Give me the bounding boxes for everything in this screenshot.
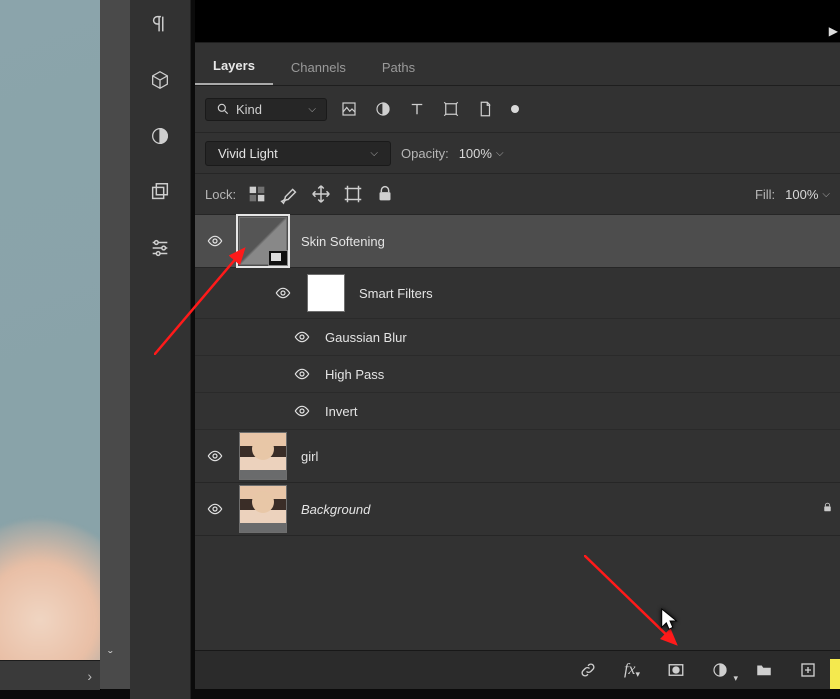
filter-name: High Pass (325, 367, 384, 382)
chevron-down-icon: ⌵ (370, 148, 378, 159)
layers-panel-footer: fx▾ ▾ (195, 650, 840, 689)
filter-smart-icon[interactable] (473, 97, 497, 121)
filter-toggle-switch[interactable] (511, 105, 519, 113)
smart-filters-row[interactable]: Smart Filters (195, 268, 840, 319)
document-canvas[interactable] (0, 0, 101, 660)
blend-mode-dropdown[interactable]: Vivid Light ⌵ (205, 141, 391, 166)
smart-filters-label: Smart Filters (359, 286, 433, 301)
lock-label: Lock: (205, 187, 236, 202)
fill-value: 100% (785, 187, 818, 202)
filter-shape-icon[interactable] (439, 97, 463, 121)
search-icon (216, 102, 230, 116)
blend-row: Vivid Light ⌵ Opacity: 100% ⌵ (195, 133, 840, 174)
filter-high-pass[interactable]: High Pass (195, 356, 840, 393)
filter-invert[interactable]: Invert (195, 393, 840, 430)
contrast-circle-icon[interactable] (146, 122, 174, 150)
smart-object-badge-icon (268, 250, 288, 266)
layer-girl[interactable]: girl (195, 430, 840, 483)
tab-layers[interactable]: Layers (195, 48, 273, 85)
blend-mode-value: Vivid Light (218, 146, 278, 161)
filter-adjustment-icon[interactable] (371, 97, 395, 121)
filter-type-icon[interactable] (405, 97, 429, 121)
layers-list: Skin Softening Smart Filters Gaussian Bl… (195, 215, 840, 536)
visibility-toggle[interactable] (293, 403, 311, 419)
filter-name: Gaussian Blur (325, 330, 407, 345)
fill-input[interactable]: 100% ⌵ (785, 187, 830, 202)
scroll-collapse-icon[interactable]: ˇ (108, 648, 113, 664)
layer-name[interactable]: Skin Softening (301, 234, 385, 249)
lock-brush-icon[interactable] (278, 183, 300, 205)
visibility-toggle[interactable] (293, 366, 311, 382)
fill-label: Fill: (755, 187, 775, 202)
options-bar-dark: ▶ (195, 0, 840, 42)
play-icon[interactable]: ▶ (829, 24, 838, 38)
artboards-icon[interactable] (146, 178, 174, 206)
document-scrollbar[interactable] (100, 0, 131, 689)
lock-row: Lock: Fill: 100% ⌵ (195, 174, 840, 215)
filter-kind-label: Kind (236, 102, 262, 117)
chevron-down-icon: ⌵ (308, 104, 316, 115)
filter-name: Invert (325, 404, 358, 419)
highlight-marker (830, 659, 840, 689)
opacity-label: Opacity: (401, 146, 449, 161)
canvas-expand-icon[interactable]: › (87, 668, 100, 684)
layer-background[interactable]: Background (195, 483, 840, 536)
panel-tabs: Layers Channels Paths (195, 43, 840, 86)
canvas-status-bar: › (0, 660, 101, 690)
visibility-toggle[interactable] (205, 501, 225, 517)
lock-transparency-icon[interactable] (246, 183, 268, 205)
link-layers-icon[interactable] (576, 658, 600, 682)
paragraph-icon[interactable] (146, 10, 174, 38)
filter-gaussian-blur[interactable]: Gaussian Blur (195, 319, 840, 356)
opacity-input[interactable]: 100% ⌵ (459, 146, 504, 161)
3d-cube-icon[interactable] (146, 66, 174, 94)
mouse-cursor-icon (659, 607, 681, 636)
chevron-down-icon: ⌵ (822, 189, 830, 200)
filter-mask-thumbnail[interactable] (307, 274, 345, 312)
visibility-toggle[interactable] (205, 448, 225, 464)
new-adjustment-icon[interactable]: ▾ (708, 658, 732, 682)
tab-channels[interactable]: Channels (273, 50, 364, 85)
layers-panel: Layers Channels Paths Kind ⌵ Vivid Light… (195, 42, 840, 689)
lock-artboard-icon[interactable] (342, 183, 364, 205)
layer-filter-bar: Kind ⌵ (195, 86, 840, 133)
filter-kind-dropdown[interactable]: Kind ⌵ (205, 98, 327, 121)
lock-all-icon[interactable] (374, 183, 396, 205)
new-layer-icon[interactable] (796, 658, 820, 682)
tab-paths[interactable]: Paths (364, 50, 433, 85)
layer-style-fx-icon[interactable]: fx▾ (620, 658, 644, 682)
layer-name[interactable]: girl (301, 449, 318, 464)
canvas-content (0, 520, 101, 660)
layer-skin-softening[interactable]: Skin Softening (195, 215, 840, 268)
visibility-toggle[interactable] (293, 329, 311, 345)
layer-thumbnail[interactable] (239, 485, 287, 533)
new-group-icon[interactable] (752, 658, 776, 682)
chevron-down-icon: ⌵ (496, 148, 504, 159)
filter-pixel-icon[interactable] (337, 97, 361, 121)
add-mask-icon[interactable] (664, 658, 688, 682)
layer-thumbnail[interactable] (239, 432, 287, 480)
opacity-value: 100% (459, 146, 492, 161)
lock-move-icon[interactable] (310, 183, 332, 205)
visibility-toggle[interactable] (273, 285, 293, 301)
annotation-arrow (154, 245, 248, 355)
lock-icon[interactable] (821, 501, 834, 517)
layer-name[interactable]: Background (301, 502, 370, 517)
